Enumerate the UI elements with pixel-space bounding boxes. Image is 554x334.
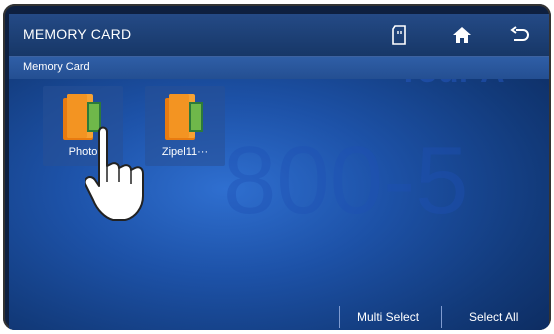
back-button[interactable] (505, 20, 535, 50)
folder-icon (165, 94, 203, 140)
multi-select-button[interactable]: Multi Select (357, 310, 419, 324)
divider (441, 306, 442, 328)
sd-card-icon (392, 25, 406, 45)
back-icon (510, 26, 529, 41)
sd-card-button[interactable] (385, 20, 415, 50)
divider (339, 306, 340, 328)
page-title: MEMORY CARD (23, 26, 132, 42)
device-bezel: Your A 800-5 MEMORY CARD (3, 4, 551, 330)
home-button[interactable] (447, 20, 477, 50)
breadcrumb: Memory Card (9, 57, 549, 79)
bottom-bar: Multi Select Select All (9, 302, 549, 330)
watermark-line-2: 800-5 (223, 127, 469, 234)
screen: Your A 800-5 MEMORY CARD (9, 14, 549, 330)
home-icon (453, 27, 471, 43)
breadcrumb-label: Memory Card (23, 61, 90, 73)
pointing-hand-icon (85, 126, 144, 221)
select-all-button[interactable]: Select All (469, 310, 518, 324)
title-bar: MEMORY CARD (9, 14, 549, 57)
